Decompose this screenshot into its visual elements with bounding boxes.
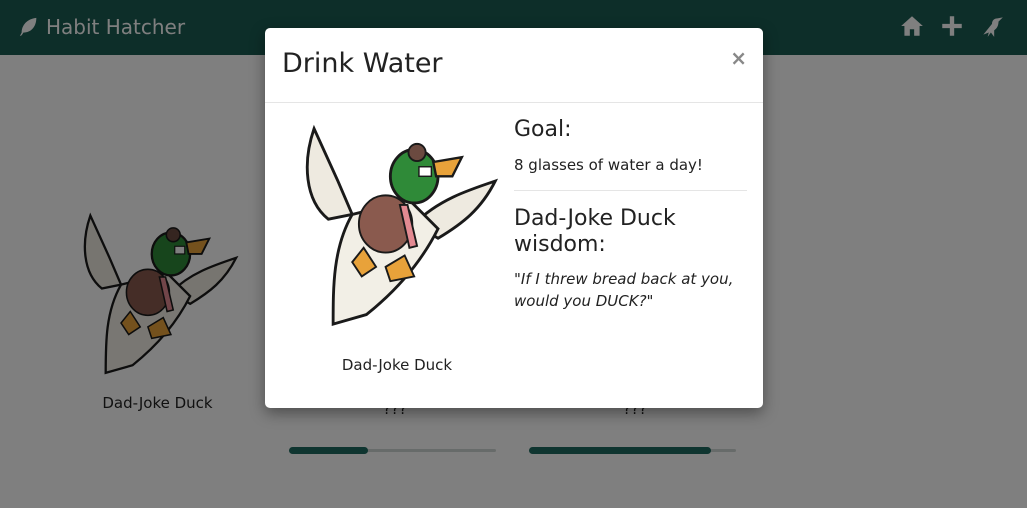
- duck-name: Dad-Joke Duck: [341, 356, 453, 374]
- modal-header: Drink Water ×: [265, 28, 763, 103]
- modal-title: Drink Water: [282, 48, 443, 79]
- wisdom-quote: "If I threw bread back at you, would you…: [514, 270, 734, 310]
- habit-info: Goal: 8 glasses of water a day! Dad-Joke…: [514, 117, 747, 312]
- habit-modal: Drink Water × Dad-Joke Duck Goal: 8 glas…: [265, 28, 763, 408]
- goal-text: 8 glasses of water a day!: [514, 156, 703, 174]
- divider: [514, 190, 747, 191]
- wisdom-heading: Dad-Joke Duck wisdom:: [514, 206, 676, 257]
- close-button[interactable]: ×: [730, 48, 747, 68]
- modal-body: Dad-Joke Duck Goal: 8 glasses of water a…: [265, 103, 763, 408]
- goal-heading: Goal:: [514, 117, 572, 142]
- duck-image: [305, 127, 497, 326]
